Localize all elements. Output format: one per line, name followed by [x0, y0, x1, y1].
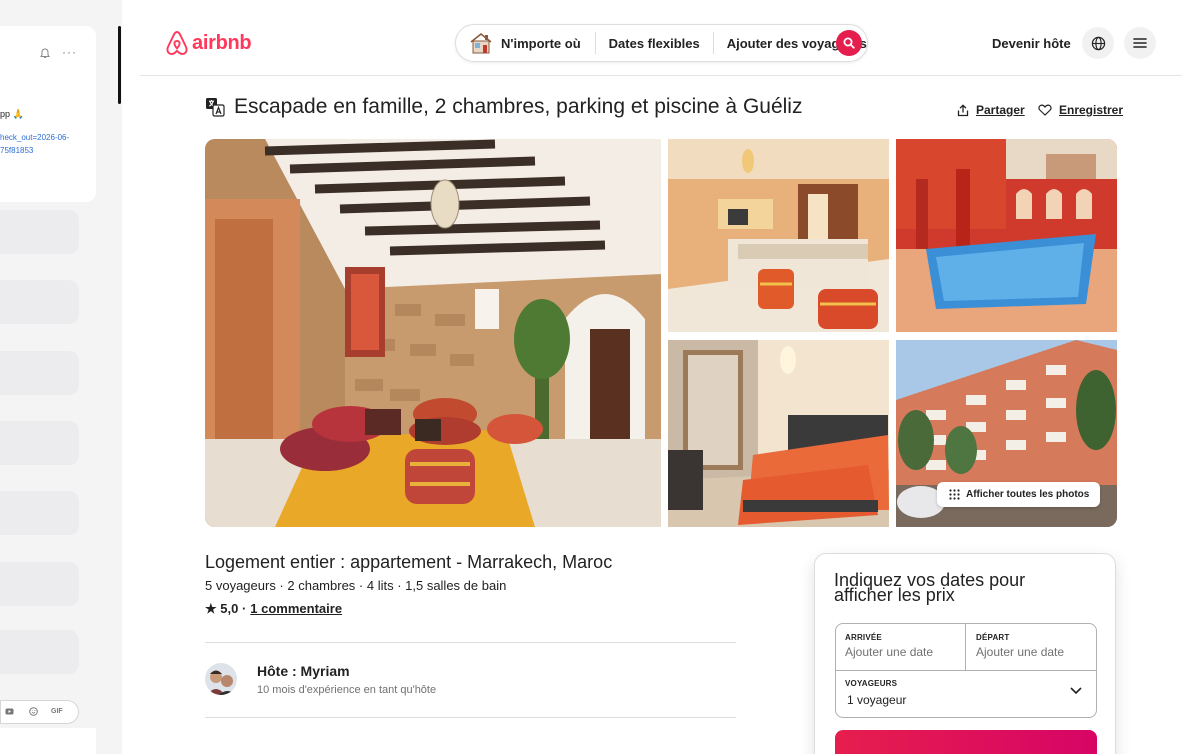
- chat-list-item[interactable]: [0, 562, 79, 606]
- more-options-icon[interactable]: ···: [62, 45, 77, 59]
- search-dates[interactable]: Dates flexibles: [609, 36, 700, 51]
- save-label: Enregistrer: [1059, 103, 1124, 117]
- share-label: Partager: [976, 103, 1025, 117]
- search-bar[interactable]: N'importe où Dates flexibles Ajouter des…: [455, 24, 868, 62]
- section-divider: [205, 717, 736, 718]
- booking-heading: Indiquez vos dates pour afficher les pri…: [834, 570, 1026, 605]
- show-all-photos-label: Afficher toutes les photos: [966, 489, 1090, 500]
- booking-divider: [965, 624, 966, 670]
- search-anywhere[interactable]: N'importe où: [501, 36, 581, 51]
- language-button[interactable]: [1082, 27, 1114, 59]
- listing-type: Logement entier : appartement - Marrakec…: [205, 552, 613, 572]
- share-icon: [957, 103, 969, 116]
- menu-button[interactable]: [1124, 27, 1156, 59]
- chat-list-item[interactable]: [0, 491, 79, 535]
- rating-value: ★ 5,0 ·: [205, 601, 247, 616]
- share-button[interactable]: Partager: [957, 103, 1025, 117]
- checkin-label: ARRIVÉE: [845, 633, 882, 642]
- search-icon: [843, 37, 855, 49]
- listing-title: Escapade en famille, 2 chambres, parking…: [234, 95, 803, 118]
- search-button[interactable]: [836, 30, 862, 56]
- chat-list-item[interactable]: [0, 421, 79, 465]
- host-experience: 10 mois d'expérience en tant qu'hôte: [257, 684, 437, 696]
- chat-text: pp 🙏: [0, 109, 24, 119]
- guests-label: VOYAGEURS: [845, 679, 898, 688]
- chat-list-item[interactable]: [0, 630, 79, 674]
- header-divider: [140, 75, 1182, 76]
- booking-divider: [836, 670, 1096, 671]
- booking-card: Indiquez vos dates pour afficher les pri…: [814, 553, 1116, 754]
- search-divider: [712, 32, 714, 54]
- check-availability-button[interactable]: [835, 730, 1097, 754]
- checkin-field[interactable]: Ajouter une date: [845, 645, 933, 659]
- booking-inputs: ARRIVÉE Ajouter une date DÉPART Ajouter …: [835, 623, 1097, 718]
- panel-resize-handle[interactable]: [118, 26, 121, 104]
- globe-icon: [1091, 36, 1105, 50]
- checkout-label: DÉPART: [976, 633, 1010, 642]
- house-icon: [470, 32, 492, 54]
- chevron-down-icon[interactable]: [1070, 687, 1082, 695]
- host-name: Hôte : Myriam: [257, 663, 350, 679]
- become-host-link[interactable]: Devenir hôte: [992, 36, 1071, 51]
- heart-icon: [1038, 104, 1052, 116]
- logo-wordmark: airbnb: [192, 31, 252, 54]
- save-button[interactable]: Enregistrer: [1038, 103, 1123, 117]
- host-avatar[interactable]: [205, 663, 237, 695]
- photo-bedroom[interactable]: [668, 340, 889, 527]
- photo-living-room[interactable]: [668, 139, 889, 332]
- chat-link[interactable]: heck_out=2026-06-: [0, 133, 69, 142]
- video-icon[interactable]: [5, 707, 14, 718]
- hamburger-menu-icon: [1133, 38, 1147, 48]
- guests-select[interactable]: 1 voyageur: [847, 693, 906, 707]
- chat-footer: [0, 728, 96, 754]
- gif-button[interactable]: GIF: [51, 708, 63, 715]
- airbnb-logo[interactable]: airbnb: [165, 29, 252, 57]
- emoji-icon[interactable]: [29, 707, 38, 718]
- airbnb-logo-icon: [166, 31, 188, 55]
- bell-icon[interactable]: [40, 48, 50, 62]
- translate-icon[interactable]: [205, 97, 225, 117]
- chat-side-panel: ··· pp 🙏 heck_out=2026-06- 75f81853 GIF: [0, 0, 122, 754]
- chat-list-item[interactable]: [0, 210, 79, 254]
- checkout-field[interactable]: Ajouter une date: [976, 645, 1064, 659]
- search-divider: [594, 32, 596, 54]
- rating-summary: ★ 5,0 · 1 commentaire: [205, 601, 342, 617]
- show-all-photos-button[interactable]: Afficher toutes les photos: [937, 482, 1101, 507]
- chat-link[interactable]: 75f81853: [0, 146, 33, 155]
- section-divider: [205, 642, 736, 643]
- chat-list-item[interactable]: [0, 351, 79, 395]
- listing-details: 5 voyageurs · 2 chambres · 4 lits · 1,5 …: [205, 578, 507, 593]
- review-link[interactable]: 1 commentaire: [250, 601, 342, 617]
- grid-icon: [949, 489, 960, 500]
- photo-pool[interactable]: [896, 139, 1117, 332]
- chat-list-item[interactable]: [0, 280, 79, 324]
- chat-input-bar[interactable]: GIF: [0, 700, 79, 724]
- photo-living-room-main[interactable]: [205, 139, 661, 527]
